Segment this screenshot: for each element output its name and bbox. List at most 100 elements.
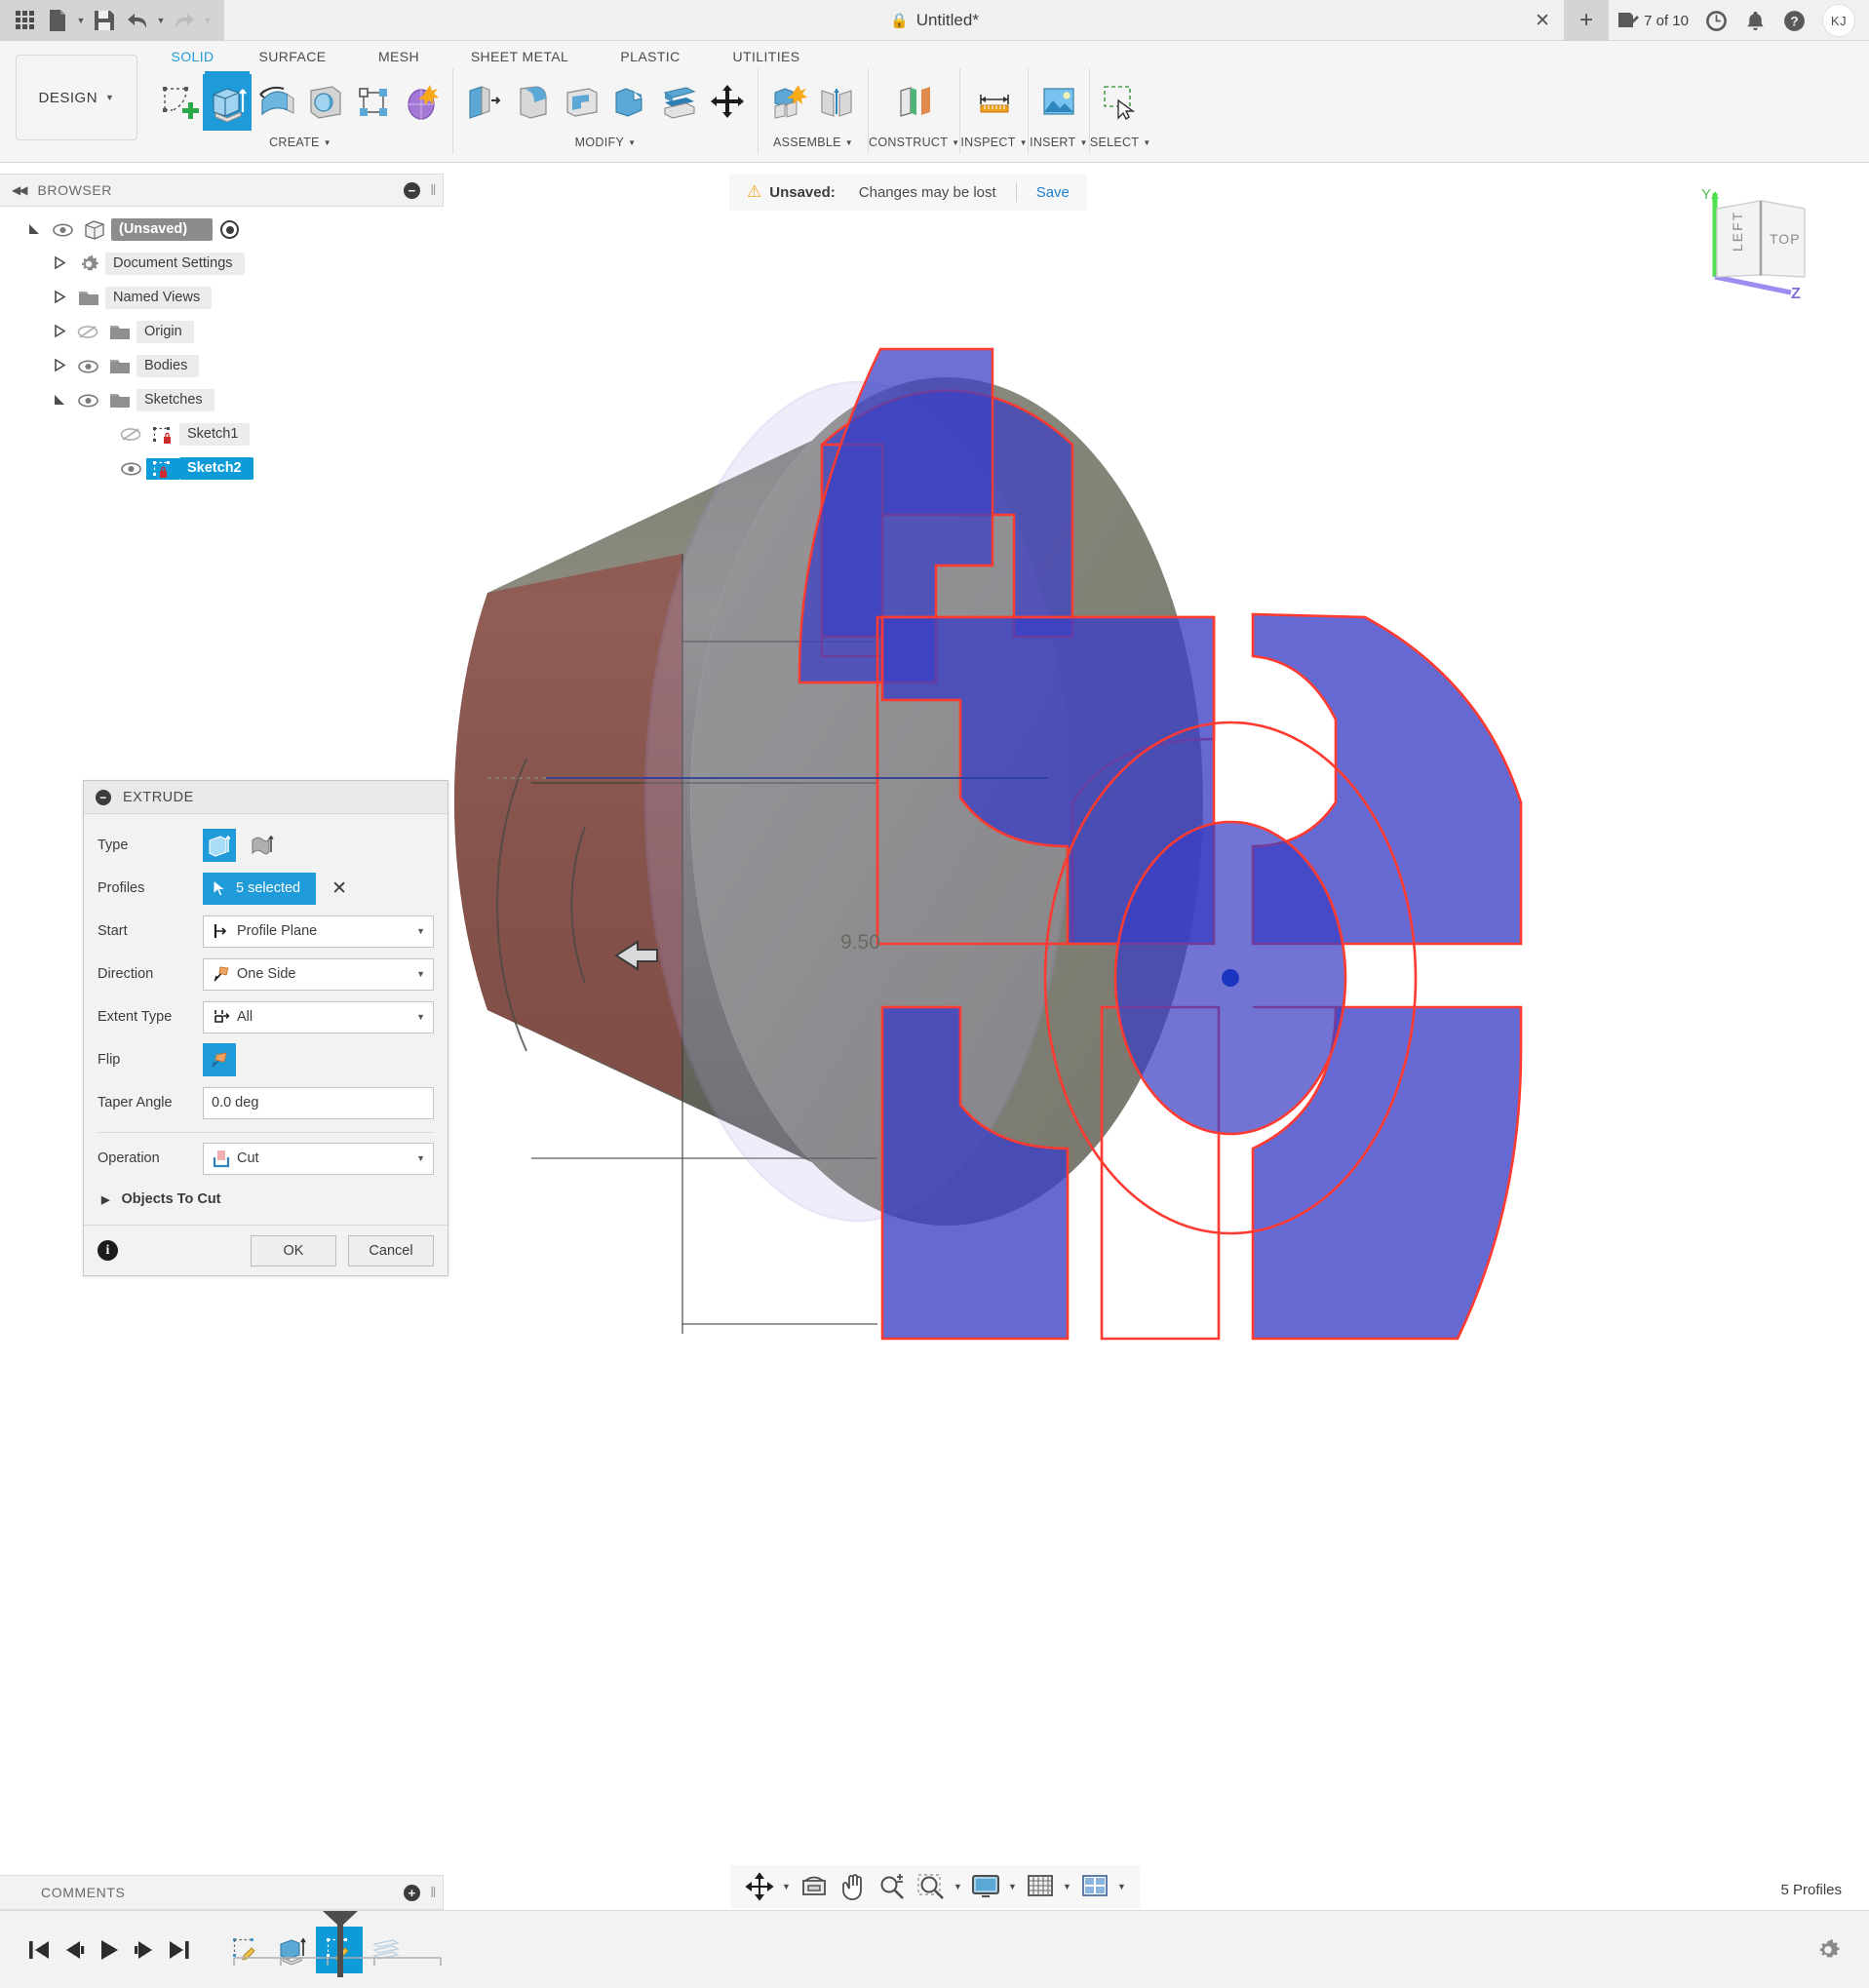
sweep-icon[interactable]	[300, 74, 349, 131]
visibility-eye-icon[interactable]	[72, 394, 103, 408]
expander-collapsed-icon[interactable]	[47, 255, 72, 273]
pattern-icon[interactable]	[349, 74, 398, 131]
panel-inspect-label[interactable]: INSPECT ▼	[960, 131, 1028, 154]
new-component-icon[interactable]	[764, 74, 813, 131]
panel-assemble-label[interactable]: ASSEMBLE ▼	[759, 131, 868, 154]
go-to-beginning-icon[interactable]	[21, 1929, 57, 1971]
save-link[interactable]: Save	[1036, 184, 1070, 201]
gear-icon[interactable]	[1809, 1930, 1848, 1969]
flip-icon[interactable]	[203, 1043, 236, 1076]
press-pull-icon[interactable]	[459, 74, 508, 131]
move-copy-icon[interactable]	[703, 74, 752, 131]
tree-node-document-settings[interactable]: Document Settings	[0, 247, 444, 281]
expander-expanded-icon[interactable]	[47, 392, 72, 409]
activate-component-radio[interactable]	[220, 220, 239, 239]
tab-plastic[interactable]: PLASTIC	[593, 49, 708, 64]
combine-icon[interactable]	[605, 74, 654, 131]
chevron-down-icon[interactable]: ▼	[1005, 1867, 1021, 1906]
chevron-down-icon[interactable]: ▼	[951, 1867, 966, 1906]
avatar[interactable]: KJ	[1822, 4, 1855, 37]
display-settings-icon[interactable]	[966, 1867, 1005, 1906]
profile-extrude-icon[interactable]	[203, 829, 236, 862]
profiles-selection-button[interactable]: 5 selected	[203, 873, 316, 905]
look-at-icon[interactable]	[795, 1867, 834, 1906]
undo-dropdown-caret[interactable]: ▼	[154, 4, 168, 37]
new-document-icon[interactable]	[41, 4, 74, 37]
tree-node-sketch2[interactable]: Sketch2	[0, 451, 444, 486]
expander-expanded-icon[interactable]	[21, 221, 47, 239]
objects-to-cut-section[interactable]: ▶ Objects To Cut	[97, 1180, 434, 1219]
tree-node-sketch1[interactable]: Sketch1	[0, 417, 444, 451]
zoom-window-icon[interactable]	[912, 1867, 951, 1906]
play-icon[interactable]	[92, 1929, 127, 1971]
surface-extrude-icon[interactable]	[246, 829, 279, 862]
new-tab-button[interactable]: +	[1564, 0, 1609, 41]
minus-circle-icon[interactable]: −	[404, 182, 420, 199]
tree-node-bodies[interactable]: Bodies	[0, 349, 444, 383]
undo-icon[interactable]	[121, 4, 154, 37]
tab-solid[interactable]: SOLID	[151, 49, 234, 64]
workspace-switcher[interactable]: DESIGN ▼	[16, 55, 137, 140]
joint-icon[interactable]	[813, 74, 862, 131]
split-face-icon[interactable]	[654, 74, 703, 131]
collapse-left-icon[interactable]: ◀◀	[12, 183, 25, 197]
zoom-icon[interactable]	[873, 1867, 912, 1906]
plus-circle-icon[interactable]: +	[404, 1885, 420, 1901]
tree-node-unsaved[interactable]: (Unsaved)	[0, 213, 444, 247]
tree-node-sketches[interactable]: Sketches	[0, 383, 444, 417]
close-icon[interactable]: ✕	[331, 877, 347, 900]
shell-icon[interactable]	[557, 74, 605, 131]
tree-node-named-views[interactable]: Named Views	[0, 281, 444, 315]
expander-collapsed-icon[interactable]	[47, 358, 72, 375]
visibility-eye-icon[interactable]	[47, 223, 78, 237]
grid-apps-icon[interactable]	[8, 4, 41, 37]
chevron-down-icon[interactable]: ▼	[779, 1867, 795, 1906]
grid-snap-icon[interactable]	[1021, 1867, 1060, 1906]
panel-construct-label[interactable]: CONSTRUCT ▼	[869, 131, 959, 154]
visibility-eye-icon[interactable]	[115, 462, 146, 476]
chevron-down-icon[interactable]: ▼	[1060, 1867, 1075, 1906]
window-select-icon[interactable]	[1096, 74, 1145, 131]
insert-image-icon[interactable]	[1034, 74, 1083, 131]
close-tab-icon[interactable]: ✕	[1521, 0, 1564, 41]
tab-surface[interactable]: SURFACE	[234, 49, 351, 64]
save-icon[interactable]	[88, 4, 121, 37]
form-icon[interactable]	[398, 74, 447, 131]
pan-icon[interactable]	[834, 1867, 873, 1906]
revolve-icon[interactable]	[252, 74, 300, 131]
offset-plane-icon[interactable]	[890, 74, 939, 131]
chevron-down-icon[interactable]: ▼	[1114, 1867, 1130, 1906]
create-sketch-icon[interactable]	[154, 74, 203, 131]
new-document-dropdown-caret[interactable]: ▼	[74, 4, 88, 37]
panel-resize-grip[interactable]: ‖	[430, 1885, 437, 1901]
expander-collapsed-icon[interactable]: ▶	[101, 1193, 109, 1206]
viewports-icon[interactable]	[1075, 1867, 1114, 1906]
expander-collapsed-icon[interactable]	[47, 290, 72, 307]
orbit-icon[interactable]	[740, 1867, 779, 1906]
tree-node-origin[interactable]: Origin	[0, 315, 444, 349]
measure-icon[interactable]	[970, 74, 1019, 131]
extent-type-dropdown[interactable]: All ▼	[203, 1001, 434, 1033]
fillet-icon[interactable]	[508, 74, 557, 131]
visibility-eye-hidden-icon[interactable]	[72, 325, 103, 339]
cancel-button[interactable]: Cancel	[348, 1235, 434, 1267]
step-forward-icon[interactable]	[127, 1929, 162, 1971]
help-icon[interactable]: ?	[1774, 0, 1814, 41]
panel-insert-label[interactable]: INSERT ▼	[1029, 131, 1089, 154]
tab-sheet-metal[interactable]: SHEET METAL	[447, 49, 593, 64]
panel-modify-label[interactable]: MODIFY ▼	[453, 131, 758, 154]
direction-dropdown[interactable]: One Side ▼	[203, 958, 434, 991]
step-back-icon[interactable]	[57, 1929, 92, 1971]
visibility-eye-hidden-icon[interactable]	[115, 427, 146, 442]
taper-angle-input[interactable]: 0.0 deg	[203, 1087, 434, 1119]
timeline-marker-handle[interactable]	[319, 1909, 362, 1981]
tab-utilities[interactable]: UTILITIES	[708, 49, 825, 64]
info-icon[interactable]: i	[97, 1240, 118, 1261]
visibility-eye-icon[interactable]	[72, 360, 103, 373]
minus-circle-icon[interactable]: −	[96, 790, 111, 805]
notifications-bell-icon[interactable]	[1736, 0, 1774, 41]
view-cube[interactable]: Y Z LEFT TOP	[1690, 183, 1836, 300]
recent-activity-icon[interactable]	[1696, 0, 1736, 41]
panel-select-label[interactable]: SELECT ▼	[1090, 131, 1151, 154]
job-status-indicator[interactable]: 7 of 10	[1609, 0, 1696, 41]
